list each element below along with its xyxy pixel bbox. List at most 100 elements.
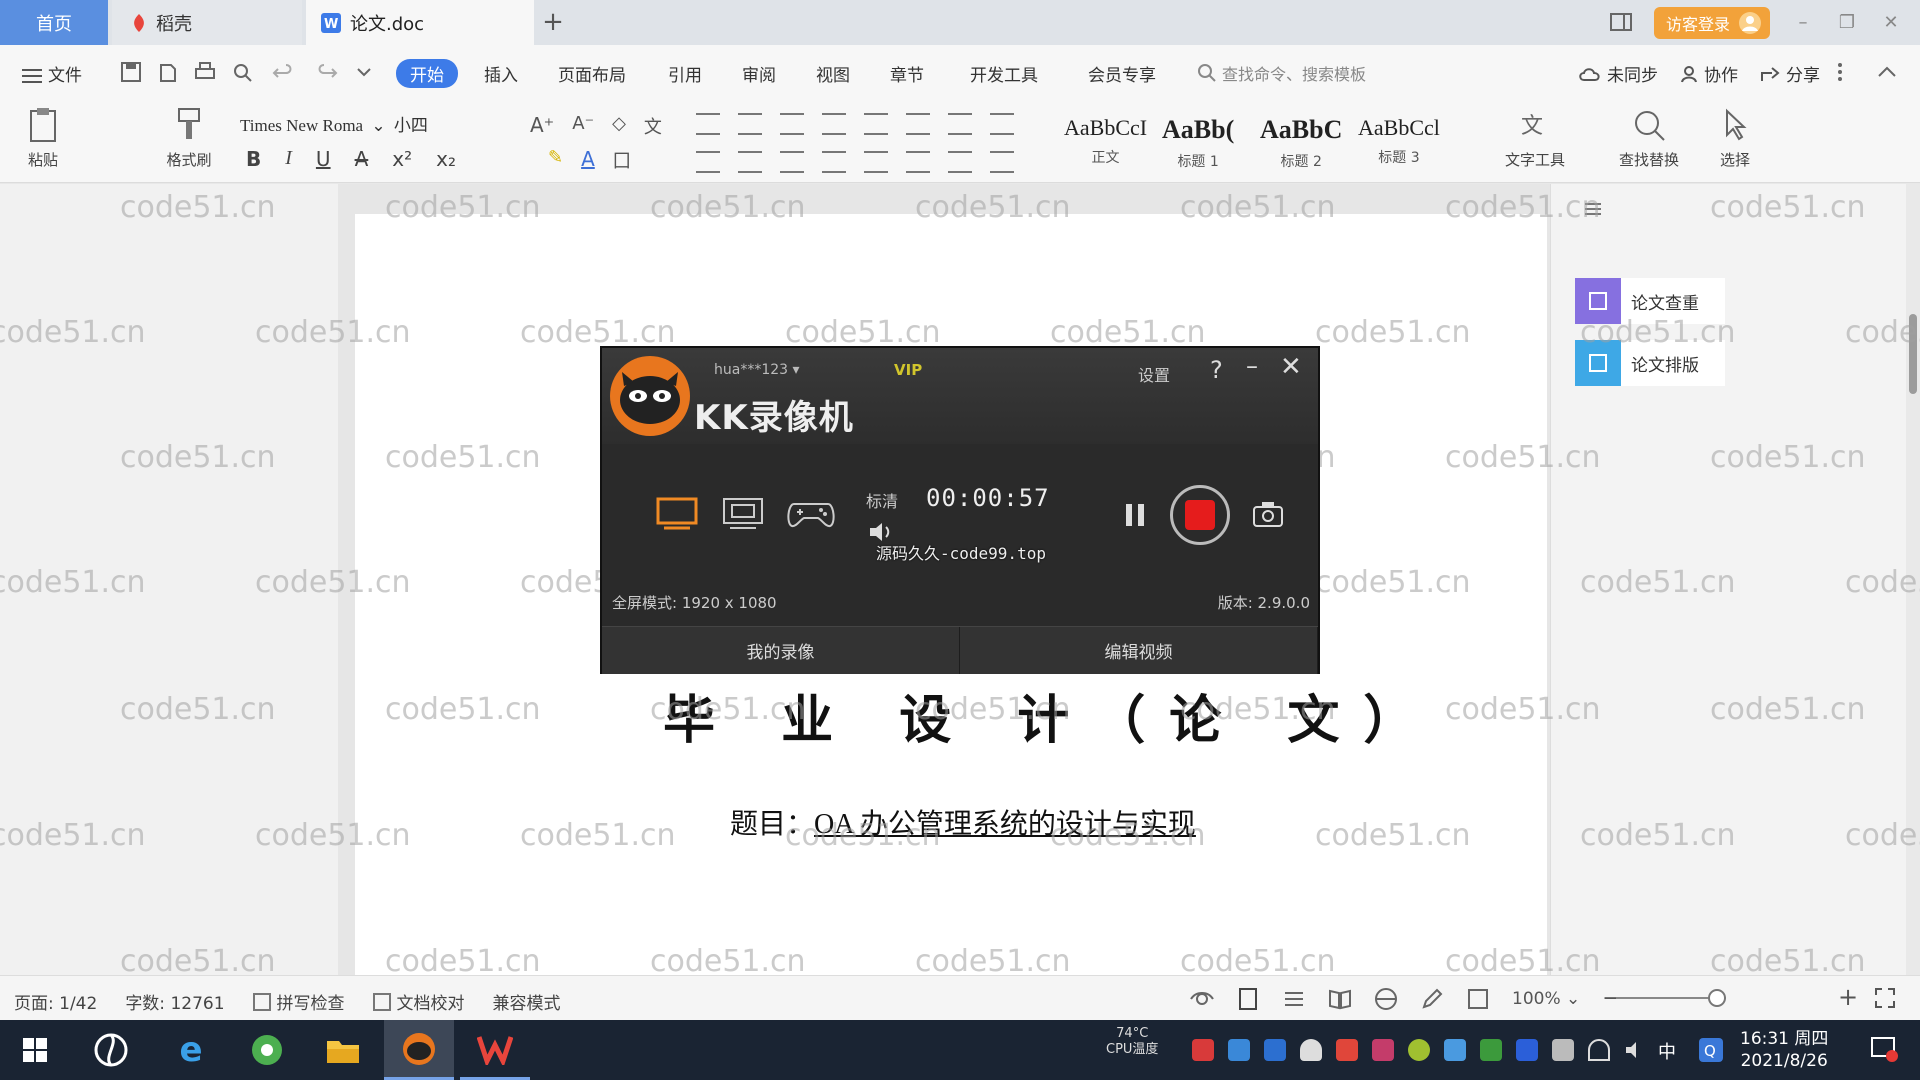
my-recordings-button[interactable]: 我的录像 bbox=[602, 627, 960, 674]
spell-check-button[interactable]: 拼写检查 bbox=[252, 989, 345, 1014]
cpu-temperature[interactable]: 74°C CPU温度 bbox=[1106, 1026, 1158, 1058]
justify-icon[interactable] bbox=[822, 151, 846, 173]
shield-icon[interactable] bbox=[1264, 1039, 1286, 1061]
close-icon[interactable]: ✕ bbox=[1880, 12, 1902, 34]
reading-view-icon[interactable] bbox=[1328, 987, 1352, 1011]
tray-app-pink-icon[interactable] bbox=[1372, 1039, 1394, 1061]
export-pdf-icon[interactable] bbox=[157, 61, 181, 85]
decrease-indent-icon[interactable] bbox=[780, 113, 804, 135]
close-icon[interactable]: ✕ bbox=[1280, 352, 1302, 382]
taskbar-app-ie[interactable]: e bbox=[156, 1020, 226, 1080]
web-view-icon[interactable] bbox=[1374, 987, 1398, 1011]
line-spacing-icon[interactable] bbox=[906, 151, 930, 173]
system-clock[interactable]: 16:31 周四 2021/8/26 bbox=[1740, 1028, 1828, 1072]
number-list-icon[interactable] bbox=[738, 113, 762, 135]
camera-icon[interactable] bbox=[1252, 500, 1284, 528]
sort-icon[interactable] bbox=[906, 113, 930, 135]
thesis-check-button[interactable]: 论文查重 bbox=[1575, 278, 1725, 324]
save-icon[interactable] bbox=[120, 61, 144, 85]
share-button[interactable]: 分享 bbox=[1760, 61, 1820, 86]
phonetic-icon[interactable]: 文 bbox=[644, 113, 662, 139]
scrollbar-thumb[interactable] bbox=[1909, 314, 1917, 394]
show-marks-icon[interactable] bbox=[948, 113, 972, 135]
edit-video-button[interactable]: 编辑视频 bbox=[960, 627, 1318, 674]
region-mode-icon[interactable] bbox=[720, 494, 766, 532]
select-button[interactable]: 选择 bbox=[1700, 107, 1770, 170]
font-name-select[interactable]: Times New Roma ⌄ 小四 bbox=[240, 111, 428, 136]
taskbar-app-wps[interactable] bbox=[460, 1020, 530, 1080]
underline-button[interactable]: U bbox=[316, 147, 331, 171]
chevron-down-icon[interactable] bbox=[356, 61, 380, 85]
zoom-in-button[interactable]: + bbox=[1838, 983, 1858, 1011]
menu-reference[interactable]: 引用 bbox=[668, 61, 702, 86]
char-border-icon[interactable]: 囗 bbox=[613, 147, 631, 173]
table-icon[interactable] bbox=[990, 113, 1014, 135]
zoom-level[interactable]: 100% ⌄ bbox=[1512, 989, 1580, 1009]
subscript-icon[interactable]: x₂ bbox=[436, 147, 456, 171]
game-mode-icon[interactable] bbox=[786, 494, 835, 532]
pause-icon[interactable] bbox=[1122, 500, 1148, 530]
superscript-icon[interactable]: x² bbox=[392, 147, 412, 171]
eye-protect-icon[interactable] bbox=[1190, 987, 1214, 1011]
tray-app-blue-icon[interactable] bbox=[1228, 1039, 1250, 1061]
kk-settings-button[interactable]: 设置 bbox=[1138, 362, 1170, 386]
nvidia-icon[interactable] bbox=[1480, 1039, 1502, 1061]
page-indicator[interactable]: 页面: 1/42 bbox=[14, 989, 97, 1014]
distribute-icon[interactable] bbox=[864, 151, 888, 173]
increase-indent-icon[interactable] bbox=[822, 113, 846, 135]
align-center-icon[interactable] bbox=[738, 151, 762, 173]
text-tools-button[interactable]: 文 文字工具 bbox=[1500, 107, 1570, 170]
speaker-icon[interactable] bbox=[1624, 1039, 1646, 1061]
tab-document[interactable]: W 论文.doc bbox=[306, 0, 534, 45]
chinese-layout-icon[interactable] bbox=[864, 113, 888, 135]
bell-icon[interactable] bbox=[1300, 1039, 1322, 1061]
bold-button[interactable]: B bbox=[246, 147, 261, 171]
highlight-icon[interactable]: ✎ bbox=[548, 147, 563, 173]
align-right-icon[interactable] bbox=[780, 151, 804, 173]
minimize-icon[interactable]: – bbox=[1246, 352, 1258, 380]
kk-user-account[interactable]: hua***123 ▾ bbox=[714, 362, 800, 378]
restore-icon[interactable]: ❐ bbox=[1836, 12, 1858, 34]
tab-home[interactable]: 首页 bbox=[0, 0, 108, 45]
print-preview-icon[interactable] bbox=[231, 61, 255, 85]
menu-file[interactable]: 文件 bbox=[22, 61, 82, 86]
stop-record-button[interactable] bbox=[1170, 485, 1230, 545]
tab-daoke[interactable]: 稻壳 bbox=[112, 0, 302, 45]
help-icon[interactable]: ? bbox=[1210, 356, 1223, 384]
style-heading-3[interactable]: AaBbCcl 标题 3 bbox=[1358, 115, 1440, 167]
fullscreen-icon[interactable] bbox=[1874, 987, 1896, 1009]
proofread-button[interactable]: 文档校对 bbox=[372, 989, 465, 1014]
style-heading-1[interactable]: AaBb( 标题 1 bbox=[1162, 115, 1234, 171]
input-language[interactable]: 中 bbox=[1658, 1038, 1676, 1064]
pane-menu-icon[interactable] bbox=[1585, 202, 1601, 216]
grow-font-icon[interactable]: A⁺ bbox=[530, 113, 554, 139]
write-mode-icon[interactable] bbox=[1420, 987, 1444, 1011]
align-left-icon[interactable] bbox=[696, 151, 720, 173]
menu-member[interactable]: 会员专享 bbox=[1088, 61, 1156, 86]
border-icon[interactable] bbox=[990, 151, 1014, 173]
layout-icon[interactable] bbox=[1609, 12, 1632, 34]
minimize-icon[interactable]: – bbox=[1792, 12, 1814, 34]
collapse-ribbon-icon[interactable] bbox=[1876, 61, 1900, 85]
kk-quality-select[interactable]: 标清 bbox=[866, 488, 898, 512]
fullscreen-mode-icon[interactable] bbox=[654, 494, 700, 532]
menu-start[interactable]: 开始 bbox=[396, 59, 458, 88]
wifi-icon[interactable] bbox=[1588, 1039, 1610, 1061]
battery-icon[interactable] bbox=[1552, 1039, 1574, 1061]
visitor-login-button[interactable]: 访客登录 bbox=[1653, 6, 1770, 39]
italic-button[interactable]: I bbox=[285, 147, 292, 171]
notification-icon[interactable] bbox=[1870, 1036, 1898, 1062]
command-search[interactable]: 查找命令、搜索模板 bbox=[1198, 61, 1366, 85]
undo-icon[interactable] bbox=[272, 61, 296, 85]
outline-view-icon[interactable] bbox=[1282, 987, 1306, 1011]
shading-icon[interactable] bbox=[948, 151, 972, 173]
clear-format-icon[interactable]: ◇ bbox=[612, 113, 626, 139]
strikethrough-button[interactable]: A bbox=[355, 147, 369, 171]
more-icon[interactable] bbox=[1836, 61, 1860, 85]
kk-recorder-window[interactable]: hua***123 ▾ VIP KK录像机 设置 ? – ✕ 标清 00:00:… bbox=[600, 346, 1320, 674]
input-method-icon[interactable]: Q bbox=[1698, 1037, 1724, 1063]
vertical-scrollbar[interactable] bbox=[1906, 184, 1920, 975]
redo-icon[interactable] bbox=[316, 61, 340, 85]
bluetooth-icon[interactable] bbox=[1516, 1039, 1538, 1061]
page-view-icon[interactable] bbox=[1236, 987, 1260, 1011]
